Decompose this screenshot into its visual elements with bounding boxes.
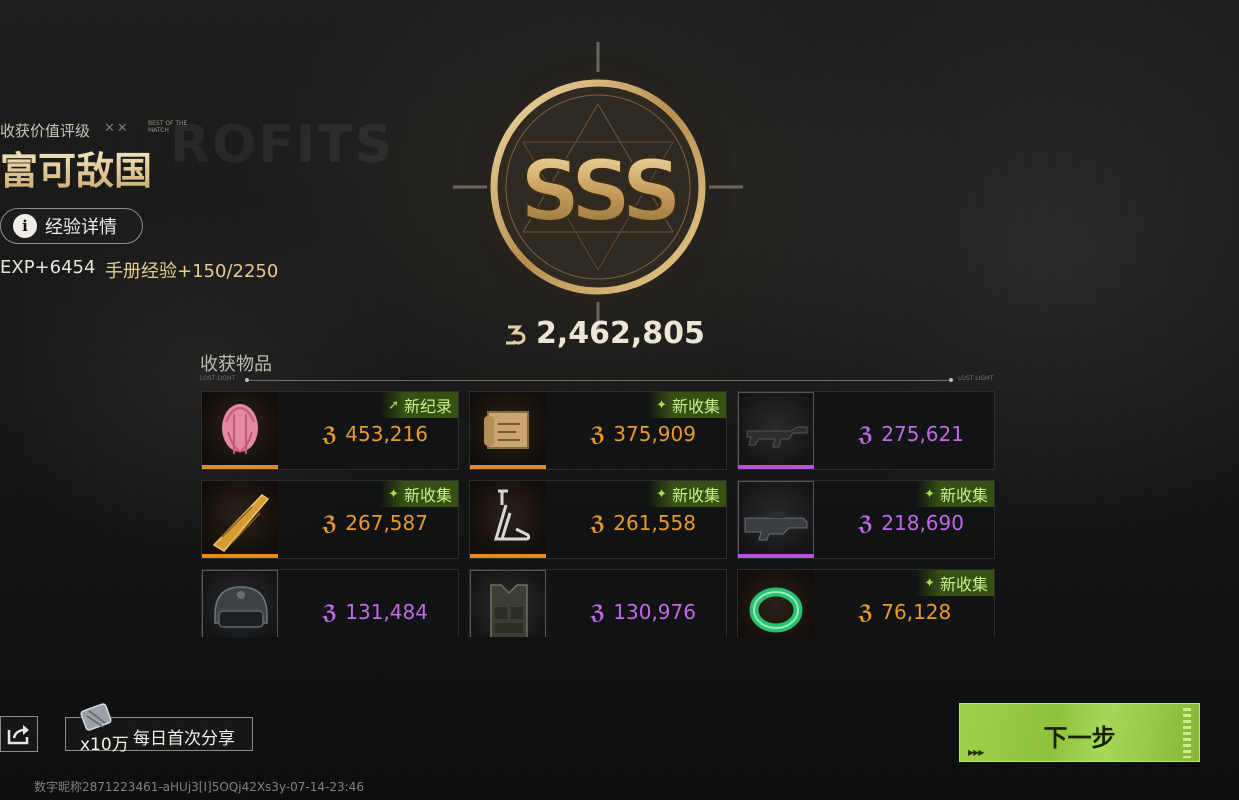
item-value-row: ℨ 453,216 bbox=[322, 422, 428, 446]
loot-divider bbox=[247, 380, 951, 381]
rarity-bar bbox=[738, 554, 814, 558]
total-value-row: 2,462,805 bbox=[504, 316, 705, 351]
item-value-row: ℨ 131,484 bbox=[322, 600, 428, 624]
sparkle-icon: ✦ bbox=[924, 575, 935, 591]
assault-rifle-icon bbox=[738, 392, 814, 469]
item-value: 131,484 bbox=[345, 600, 428, 624]
item-value: 76,128 bbox=[881, 600, 952, 624]
share-button[interactable] bbox=[0, 716, 38, 752]
golden-horn-icon bbox=[202, 481, 278, 558]
best-of-match-tag: BEST OF THE MATCH bbox=[148, 120, 188, 134]
coin-icon: ℨ bbox=[590, 600, 606, 624]
loot-item-card[interactable]: ℨ 131,484 bbox=[201, 569, 459, 637]
coin-icon: ℨ bbox=[858, 600, 874, 624]
item-value: 130,976 bbox=[613, 600, 696, 624]
item-value: 261,558 bbox=[613, 511, 696, 535]
item-value-row: ℨ 76,128 bbox=[858, 600, 951, 624]
coin-icon: ℨ bbox=[322, 422, 338, 446]
coin-icon: ℨ bbox=[590, 511, 606, 535]
item-value-row: ℨ 218,690 bbox=[858, 511, 964, 535]
item-value-row: ℨ 267,587 bbox=[322, 511, 428, 535]
arrow-up-icon: ➚ bbox=[388, 397, 399, 413]
coin-icon: ℨ bbox=[590, 422, 606, 446]
item-value: 453,216 bbox=[345, 422, 428, 446]
exp-details-button[interactable]: i 经验详情 bbox=[0, 208, 143, 244]
bullpup-rifle-icon bbox=[738, 481, 814, 558]
sparkle-icon: ✦ bbox=[656, 397, 667, 413]
loot-item-card[interactable]: ℨ 453,216 ➚ 新纪录 bbox=[201, 391, 459, 470]
item-value-row: ℨ 375,909 bbox=[590, 422, 696, 446]
divider-dot bbox=[245, 378, 249, 382]
badge-label: 新收集 bbox=[939, 575, 988, 594]
exp-gain: EXP+6454 bbox=[0, 257, 96, 278]
new-badge: ✦ 新收集 bbox=[380, 481, 458, 507]
coin-icon: ℨ bbox=[322, 511, 338, 535]
rarity-bar bbox=[470, 465, 546, 469]
rarity-bar bbox=[470, 554, 546, 558]
share-reward-count: x10万 bbox=[80, 735, 129, 755]
coin-icon bbox=[506, 325, 526, 345]
rarity-bar bbox=[202, 465, 278, 469]
button-stripes bbox=[1183, 708, 1191, 758]
item-value-row: ℨ 261,558 bbox=[590, 511, 696, 535]
coin-icon: ℨ bbox=[858, 511, 874, 535]
badge-label: 新纪录 bbox=[403, 397, 452, 416]
rating-title: 富可敌国 bbox=[0, 140, 152, 195]
coin-icon: ℨ bbox=[858, 422, 874, 446]
rating-deco: ✕✕ bbox=[104, 121, 130, 136]
player-watermark: 数字昵称2871223461-aHUj3[I]5OQj42Xs3y-07-14-… bbox=[34, 780, 364, 794]
item-value-row: ℨ 130,976 bbox=[590, 600, 696, 624]
total-value: 2,462,805 bbox=[536, 316, 705, 351]
loot-header: 收获物品 bbox=[200, 354, 272, 375]
loot-item-card[interactable]: ℨ 267,587 ✦ 新收集 bbox=[201, 480, 459, 559]
rarity-bar bbox=[738, 465, 814, 469]
pink-hair-icon bbox=[202, 392, 278, 469]
badge-label: 新收集 bbox=[671, 486, 720, 505]
loot-tag-right: LOST LIGHT bbox=[958, 375, 994, 382]
sparkle-icon: ✦ bbox=[924, 486, 935, 502]
loot-item-card[interactable]: ℨ 218,690 ✦ 新收集 bbox=[737, 480, 995, 559]
arrow-deco-icon: ▶▶▶ bbox=[968, 748, 985, 757]
new-badge: ➚ 新纪录 bbox=[380, 392, 458, 418]
treasure-map-icon bbox=[470, 392, 546, 469]
loot-item-card[interactable]: ℨ 76,128 ✦ 新收集 bbox=[737, 569, 995, 637]
grade-emblem: SSS bbox=[453, 42, 743, 332]
info-icon: i bbox=[13, 214, 37, 238]
badge-label: 新收集 bbox=[671, 397, 720, 416]
sparkle-icon: ✦ bbox=[388, 486, 399, 502]
coin-icon: ℨ bbox=[322, 600, 338, 624]
tactical-vest-icon bbox=[470, 570, 546, 637]
next-step-label: 下一步 bbox=[1043, 724, 1116, 752]
helmet-icon bbox=[202, 570, 278, 637]
manual-exp: 手册经验+150/2250 bbox=[105, 261, 279, 282]
item-value: 375,909 bbox=[613, 422, 696, 446]
sparkle-icon: ✦ bbox=[656, 486, 667, 502]
badge-label: 新收集 bbox=[939, 486, 988, 505]
share-icon bbox=[7, 725, 29, 745]
new-badge: ✦ 新收集 bbox=[916, 481, 994, 507]
high-heel-icon bbox=[470, 481, 546, 558]
new-badge: ✦ 新收集 bbox=[916, 570, 994, 596]
exp-details-label: 经验详情 bbox=[45, 217, 117, 238]
divider-dot bbox=[949, 378, 953, 382]
item-value: 275,621 bbox=[881, 422, 964, 446]
loot-item-card[interactable]: ℨ 130,976 bbox=[469, 569, 727, 637]
jade-bracelet-icon bbox=[738, 570, 814, 637]
item-value: 267,587 bbox=[345, 511, 428, 535]
loot-item-card[interactable]: ℨ 375,909 ✦ 新收集 bbox=[469, 391, 727, 470]
share-label: 每日首次分享 bbox=[133, 729, 235, 749]
badge-label: 新收集 bbox=[403, 486, 452, 505]
loot-item-card[interactable]: ℨ 275,621 bbox=[737, 391, 995, 470]
loot-tag-left: LOST LIGHT bbox=[200, 375, 236, 382]
rarity-bar bbox=[202, 554, 278, 558]
rating-label: 收获价值评级 bbox=[0, 122, 91, 140]
grade-text: SSS bbox=[520, 142, 676, 240]
new-badge: ✦ 新收集 bbox=[648, 392, 726, 418]
item-value-row: ℨ 275,621 bbox=[858, 422, 964, 446]
item-value: 218,690 bbox=[881, 511, 964, 535]
next-step-button[interactable]: 下一步 ▶▶▶ bbox=[959, 703, 1200, 762]
loot-item-card[interactable]: ℨ 261,558 ✦ 新收集 bbox=[469, 480, 727, 559]
loot-grid: ℨ 453,216 ➚ 新纪录 ℨ 375,909 ✦ 新收集 ℨ 275,621 ℨ 267,587… bbox=[201, 391, 995, 637]
new-badge: ✦ 新收集 bbox=[648, 481, 726, 507]
